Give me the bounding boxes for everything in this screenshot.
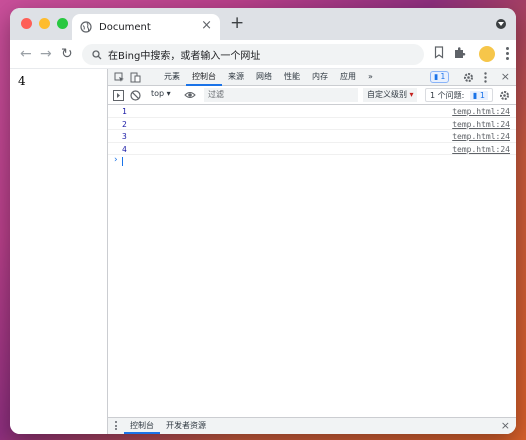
- tab-title: Document: [99, 21, 151, 33]
- extensions-icon[interactable]: [453, 46, 466, 59]
- profile-avatar[interactable]: [479, 46, 495, 62]
- settings-gear-icon[interactable]: [463, 72, 474, 83]
- issues-label: 1 个问题:: [430, 91, 465, 100]
- close-devtools-icon[interactable]: ×: [501, 70, 510, 84]
- eye-icon[interactable]: [184, 91, 196, 99]
- console-filter-input[interactable]: 过滤: [204, 88, 358, 102]
- console-source-link[interactable]: temp.html:24: [452, 120, 510, 129]
- page-output-text: 4: [18, 74, 26, 88]
- drawer-menu-icon[interactable]: [115, 421, 117, 432]
- tab-console[interactable]: 控制台: [186, 69, 222, 86]
- text-caret: [122, 157, 123, 166]
- chevron-down-icon: ▾: [409, 90, 414, 99]
- console-message: 2 temp.html:24: [108, 118, 516, 130]
- close-drawer-icon[interactable]: ×: [501, 419, 510, 433]
- issues-badge-count: 1: [440, 72, 446, 81]
- drawer-tabs: 控制台 开发者资源: [124, 418, 212, 434]
- console-value: 1: [122, 107, 127, 116]
- message-icon: ▮: [472, 91, 478, 100]
- console-value: 3: [122, 132, 127, 141]
- message-icon: ▮: [434, 72, 439, 81]
- console-message: 3 temp.html:24: [108, 130, 516, 143]
- tab-performance[interactable]: 性能: [278, 69, 306, 86]
- tab-network[interactable]: 网络: [250, 69, 278, 86]
- console-prompt[interactable]: ›: [108, 155, 516, 168]
- browser-toolbar: ← → ↻ 在Bing中搜索，或者输入一个网址: [10, 40, 516, 69]
- tab-memory[interactable]: 内存: [306, 69, 334, 86]
- address-bar[interactable]: 在Bing中搜索，或者输入一个网址: [82, 44, 424, 65]
- issues-count: 1: [479, 91, 485, 100]
- log-levels-dropdown[interactable]: 自定义级别 ▾: [363, 88, 417, 102]
- devtools-drawer: 控制台 开发者资源 ×: [108, 417, 516, 434]
- console-value: 2: [122, 119, 127, 129]
- search-icon: [92, 49, 102, 59]
- close-window-button[interactable]: [21, 18, 32, 29]
- minimize-window-button[interactable]: [39, 18, 50, 29]
- console-settings-gear-icon[interactable]: [499, 90, 510, 101]
- context-value: top: [151, 89, 165, 98]
- close-tab-icon[interactable]: ×: [201, 19, 212, 32]
- console-value: 4: [122, 144, 127, 154]
- drawer-tab-console[interactable]: 控制台: [124, 418, 160, 434]
- tab-application[interactable]: 应用: [334, 69, 362, 86]
- tab-bar: Document × +: [10, 8, 516, 40]
- console-source-link[interactable]: temp.html:24: [452, 132, 510, 141]
- console-toolbar: top ▾ 过滤 自定义级别 ▾ 1 个问题: ▮ 1: [108, 86, 516, 105]
- console-source-link[interactable]: temp.html:24: [452, 145, 510, 154]
- context-selector[interactable]: top ▾: [151, 89, 171, 98]
- console-message: 1 temp.html:24: [108, 105, 516, 118]
- more-tabs-button[interactable]: »: [362, 69, 379, 86]
- inspect-element-icon[interactable]: [114, 72, 125, 83]
- address-bar-text: 在Bing中搜索，或者输入一个网址: [108, 51, 261, 62]
- tab-sources[interactable]: 来源: [222, 69, 250, 86]
- devtools-panel: 元素 控制台 来源 网络 性能 内存 应用 » ▮ 1 × top ▾ 过滤 自…: [107, 69, 516, 434]
- window-controls: [21, 18, 68, 29]
- issues-badge[interactable]: ▮ 1: [430, 71, 450, 83]
- sidebar-toggle-icon[interactable]: [113, 90, 124, 101]
- maximize-window-button[interactable]: [57, 18, 68, 29]
- console-source-link[interactable]: temp.html:24: [452, 107, 510, 116]
- page-viewport: 4: [10, 69, 107, 434]
- device-toolbar-icon[interactable]: [130, 72, 141, 83]
- drawer-tab-developer-resources[interactable]: 开发者资源: [160, 418, 212, 434]
- content-area: 4 元素 控制台 来源 网络 性能 内存 应用 » ▮ 1 × top ▾ 过滤…: [10, 69, 516, 434]
- bookmark-icon[interactable]: [434, 46, 444, 59]
- clear-console-icon[interactable]: [130, 90, 141, 101]
- forward-button[interactable]: →: [40, 45, 52, 63]
- console-output: 1 temp.html:24 2 temp.html:24 3 temp.htm…: [108, 105, 516, 168]
- prompt-chevron-icon: ›: [113, 155, 119, 165]
- new-tab-button[interactable]: +: [230, 14, 244, 32]
- browser-window: Document × + ← → ↻ 在Bing中搜索，或者输入一个网址 4 元…: [10, 8, 516, 434]
- tab-search-icon[interactable]: [496, 19, 506, 29]
- browser-menu-icon[interactable]: [506, 47, 509, 62]
- devtools-menu-icon[interactable]: [484, 72, 487, 85]
- browser-tab[interactable]: Document ×: [72, 14, 220, 40]
- reload-button[interactable]: ↻: [61, 45, 73, 63]
- issues-counter-button[interactable]: 1 个问题: ▮ 1: [425, 88, 493, 102]
- back-button[interactable]: ←: [20, 45, 32, 63]
- tab-elements[interactable]: 元素: [158, 69, 186, 86]
- devtools-tab-bar: 元素 控制台 来源 网络 性能 内存 应用 » ▮ 1 ×: [108, 69, 516, 86]
- log-levels-label: 自定义级别: [367, 90, 407, 99]
- console-message: 4 temp.html:24: [108, 143, 516, 155]
- devtools-tabs: 元素 控制台 来源 网络 性能 内存 应用 »: [158, 69, 379, 86]
- issues-count-badge: ▮ 1: [469, 91, 488, 100]
- globe-icon: [80, 21, 92, 33]
